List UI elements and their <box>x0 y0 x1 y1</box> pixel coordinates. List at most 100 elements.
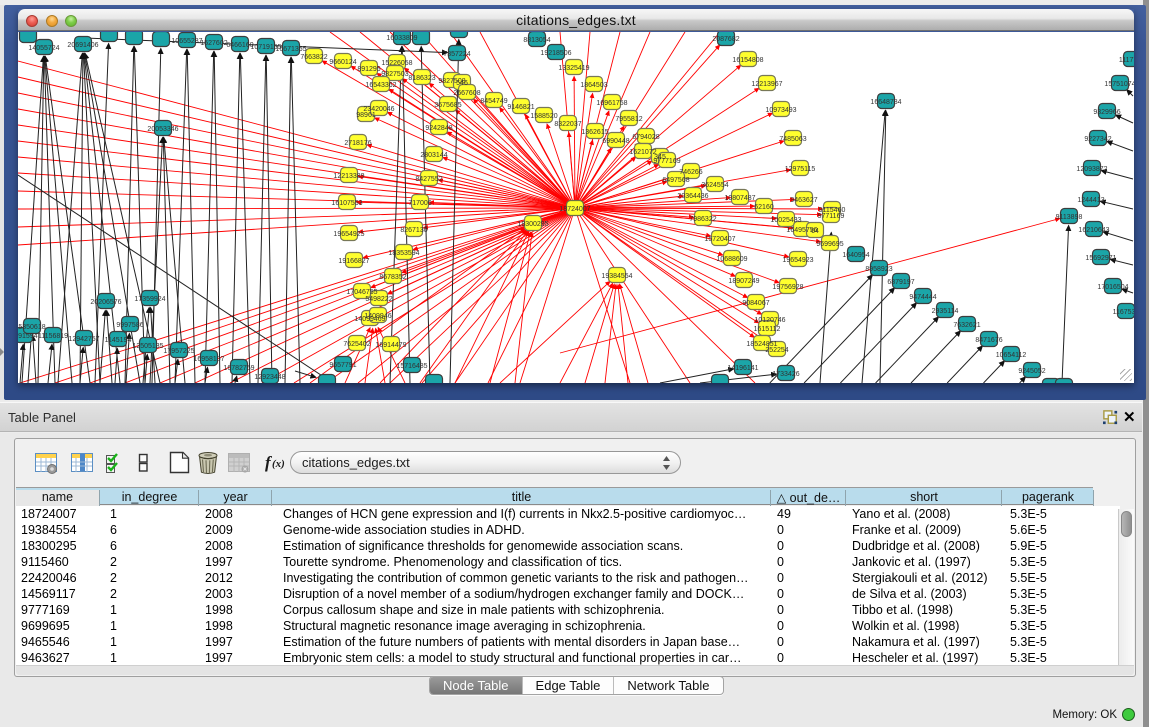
svg-text:20364436: 20364436 <box>677 193 708 200</box>
svg-text:15692971: 15692971 <box>1085 255 1116 262</box>
svg-text:9146821: 9146821 <box>507 104 534 111</box>
svg-text:19218506: 19218506 <box>540 50 571 57</box>
svg-text:16210643: 16210643 <box>1078 227 1109 234</box>
svg-text:5350618: 5350618 <box>18 324 45 331</box>
svg-text:62160: 62160 <box>754 204 774 211</box>
svg-text:10025433: 10025433 <box>770 217 801 224</box>
svg-text:1244413: 1244413 <box>1077 197 1104 204</box>
svg-text:7955812: 7955812 <box>615 116 642 123</box>
svg-text:9827503: 9827503 <box>381 71 408 78</box>
svg-text:2935114: 2935114 <box>932 308 959 315</box>
svg-text:12942757: 12942757 <box>68 336 99 343</box>
svg-text:15751074: 15751074 <box>1104 81 1134 88</box>
svg-text:7485063: 7485063 <box>779 136 806 143</box>
svg-text:18724007: 18724007 <box>559 206 590 213</box>
svg-text:18353594: 18353594 <box>388 250 419 257</box>
svg-text:12093872: 12093872 <box>1076 166 1107 173</box>
svg-text:9084067: 9084067 <box>742 300 769 307</box>
svg-text:1733426: 1733426 <box>772 371 799 378</box>
svg-text:(x): (x) <box>272 458 285 470</box>
svg-text:23420046: 23420046 <box>363 106 394 113</box>
svg-text:546: 546 <box>456 80 468 87</box>
svg-text:9245052: 9245052 <box>1018 368 1045 375</box>
svg-text:15226058: 15226058 <box>381 60 412 67</box>
svg-text:15720407: 15720407 <box>704 236 735 243</box>
svg-text:3675685: 3675685 <box>434 102 461 109</box>
svg-text:12505135: 12505135 <box>132 343 163 350</box>
svg-text:1640954: 1640954 <box>842 252 869 259</box>
svg-text:10655287: 10655287 <box>171 38 202 45</box>
svg-text:10973493: 10973493 <box>765 107 796 114</box>
svg-text:9660124: 9660124 <box>329 59 356 66</box>
svg-text:9329966: 9329966 <box>1093 109 1120 116</box>
svg-text:17016504: 17016504 <box>1097 284 1128 291</box>
svg-text:2667608: 2667608 <box>453 90 480 97</box>
svg-text:8427552: 8427552 <box>415 176 442 183</box>
svg-text:14055724: 14055724 <box>28 45 59 52</box>
svg-text:17957225: 17957225 <box>163 348 194 355</box>
svg-text:10688609: 10688609 <box>716 256 747 263</box>
svg-text:16958107: 16958107 <box>193 356 224 363</box>
svg-text:20206576: 20206576 <box>90 299 121 306</box>
svg-text:12975115: 12975115 <box>785 166 816 173</box>
svg-text:19756928: 19756928 <box>772 284 803 291</box>
svg-text:7986322: 7986322 <box>689 216 716 223</box>
svg-text:12923448: 12923448 <box>254 374 285 381</box>
svg-text:9227342: 9227342 <box>1084 136 1111 143</box>
svg-text:6990448: 6990448 <box>602 138 629 145</box>
svg-text:1117744: 1117744 <box>1119 57 1134 64</box>
svg-text:8813054: 8813054 <box>523 37 550 44</box>
svg-text:1615112: 1615112 <box>754 326 781 333</box>
svg-text:8958923: 8958923 <box>865 266 892 273</box>
svg-text:64: 64 <box>811 228 819 235</box>
svg-text:9657791: 9657791 <box>329 362 356 369</box>
svg-text:18300295: 18300295 <box>517 221 548 228</box>
svg-text:1167533: 1167533 <box>1113 309 1134 316</box>
svg-text:19654925: 19654925 <box>333 231 364 238</box>
svg-text:8267130: 8267130 <box>400 227 427 234</box>
svg-text:7357224: 7357224 <box>443 51 470 58</box>
svg-text:16033809: 16033809 <box>386 35 417 42</box>
svg-text:1362615: 1362615 <box>581 129 608 136</box>
svg-text:6879197: 6879197 <box>887 279 914 286</box>
svg-text:16914479: 16914479 <box>375 342 406 349</box>
svg-text:19654923: 19654923 <box>782 257 813 264</box>
svg-text:9463627: 9463627 <box>790 197 817 204</box>
svg-text:15716485: 15716485 <box>396 363 427 370</box>
svg-text:18907249: 18907249 <box>728 278 759 285</box>
svg-text:1527602: 1527602 <box>200 40 227 47</box>
svg-text:7632621: 7632621 <box>953 322 980 329</box>
svg-text:13325419: 13325419 <box>558 65 589 72</box>
svg-text:16154808: 16154808 <box>732 57 763 64</box>
svg-text:11156819: 11156819 <box>38 333 68 340</box>
svg-text:8471676: 8471676 <box>975 337 1002 344</box>
svg-text:5498222: 5498222 <box>365 296 392 303</box>
svg-text:7663822: 7663822 <box>300 54 327 61</box>
svg-text:1621072: 1621072 <box>629 149 656 156</box>
svg-text:9113898: 9113898 <box>1056 214 1083 221</box>
svg-text:12213389: 12213389 <box>333 173 364 180</box>
svg-text:98961: 98961 <box>356 112 376 119</box>
svg-text:2718176: 2718176 <box>344 140 371 147</box>
svg-text:9777169: 9777169 <box>653 158 680 165</box>
svg-text:16671355: 16671355 <box>275 46 306 53</box>
svg-text:9771169: 9771169 <box>818 213 845 220</box>
svg-text:8678352: 8678352 <box>379 274 406 281</box>
svg-text:9997586: 9997586 <box>116 322 143 329</box>
svg-text:16543362: 16543362 <box>365 82 396 89</box>
svg-text:1864503: 1864503 <box>580 82 607 89</box>
svg-text:17046755: 17046755 <box>346 289 377 296</box>
svg-text:252254: 252254 <box>765 347 788 354</box>
svg-text:20053346: 20053346 <box>147 126 178 133</box>
svg-text:3624554: 3624554 <box>701 182 728 189</box>
svg-text:8322037: 8322037 <box>554 121 581 128</box>
svg-text:2803144: 2803144 <box>420 152 447 159</box>
svg-text:9242848: 9242848 <box>425 125 452 132</box>
svg-text:1409946: 1409946 <box>364 313 391 320</box>
svg-text:4391594: 4391594 <box>18 333 38 340</box>
svg-text:1588520: 1588520 <box>530 113 557 120</box>
svg-text:9474444: 9474444 <box>909 294 936 301</box>
svg-text:6794028: 6794028 <box>632 134 659 141</box>
svg-text:19384554: 19384554 <box>601 273 632 280</box>
svg-text:10120746: 10120746 <box>754 317 785 324</box>
